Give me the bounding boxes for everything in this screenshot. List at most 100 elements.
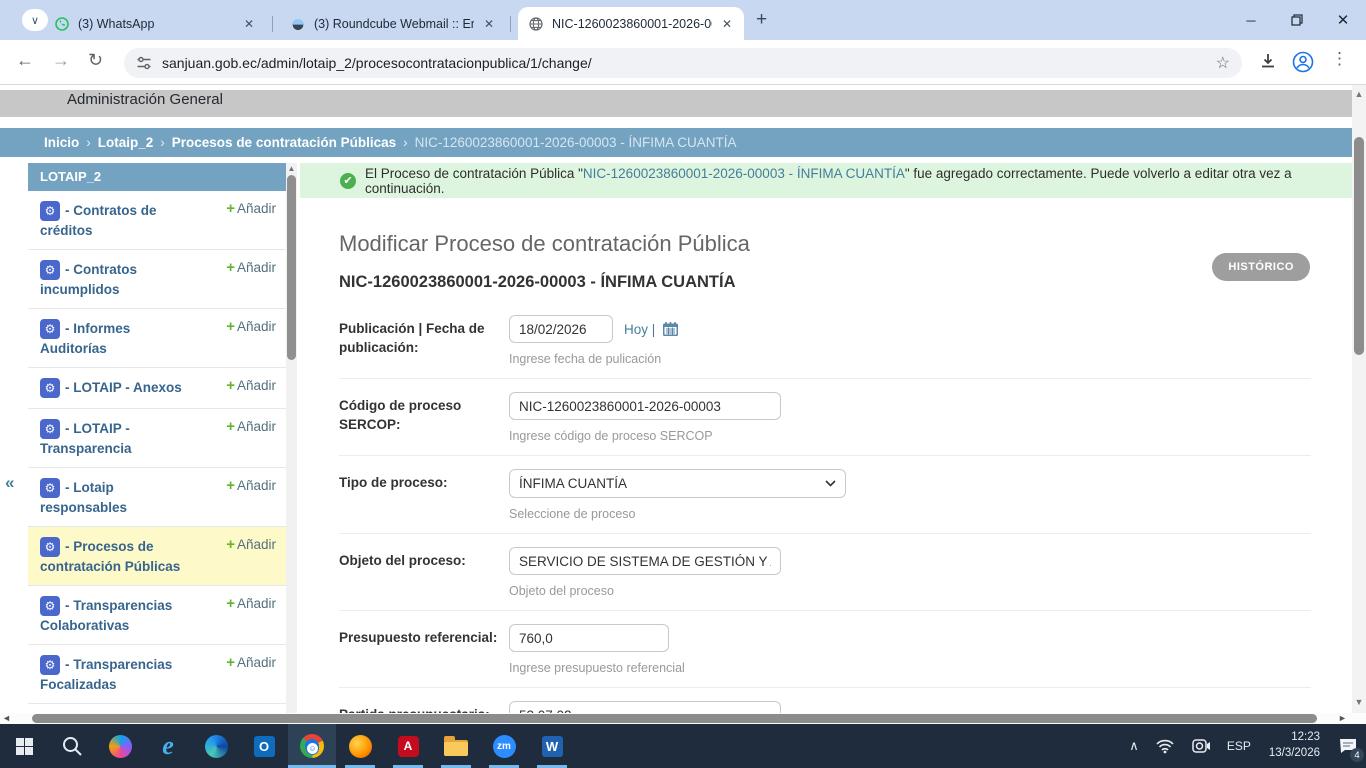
acrobat-button[interactable]: A: [384, 724, 432, 768]
fecha-publicacion-input[interactable]: [509, 315, 613, 343]
success-message: ✔ El Proceso de contratación Pública "NI…: [300, 163, 1352, 198]
download-icon[interactable]: [1258, 51, 1278, 76]
sidebar-item-contratos-incumplidos[interactable]: ⚙- Contratos incumplidos +Añadir: [28, 250, 286, 309]
tray-chevron-up-icon[interactable]: ∧: [1121, 724, 1147, 768]
sidebar-spacer: [28, 704, 286, 713]
close-window-button[interactable]: ✕: [1320, 0, 1366, 40]
add-button[interactable]: +Añadir: [226, 654, 276, 671]
scroll-up-icon[interactable]: ▲: [1352, 89, 1366, 99]
file-explorer-button[interactable]: [432, 724, 480, 768]
back-button[interactable]: ←: [16, 50, 34, 71]
page-horizontal-scrollbar[interactable]: ◄ ►: [0, 713, 1366, 724]
breadcrumb-app[interactable]: Lotaip_2: [98, 135, 154, 150]
site-settings-icon[interactable]: [136, 55, 152, 71]
add-button[interactable]: +Añadir: [226, 200, 276, 217]
form-row-objeto: Objeto del proceso: Objeto del proceso: [339, 534, 1311, 611]
objeto-proceso-input[interactable]: [509, 547, 781, 575]
notification-button[interactable]: 4: [1330, 724, 1366, 768]
close-tab-icon[interactable]: ✕: [242, 17, 256, 31]
search-button[interactable]: [48, 724, 96, 768]
scroll-down-icon[interactable]: ▼: [1352, 697, 1366, 707]
sidebar-item-label[interactable]: - LOTAIP - Anexos: [65, 380, 182, 395]
reload-button[interactable]: ↻: [88, 50, 103, 71]
tipo-proceso-select[interactable]: ÍNFIMA CUANTÍA: [509, 469, 846, 498]
edge-button[interactable]: [192, 724, 240, 768]
add-button[interactable]: +Añadir: [226, 477, 276, 494]
plus-icon: +: [226, 318, 235, 335]
breadcrumb-home[interactable]: Inicio: [44, 135, 79, 150]
tab-whatsapp[interactable]: (3) WhatsApp ✕: [44, 7, 266, 40]
partida-input[interactable]: [509, 701, 781, 713]
sidebar-scrollbar-thumb[interactable]: [287, 175, 296, 360]
minimize-button[interactable]: ─: [1228, 0, 1274, 40]
profile-icon[interactable]: [1292, 51, 1314, 78]
sidebar-item-contratos-creditos[interactable]: ⚙- Contratos de créditos +Añadir: [28, 191, 286, 250]
scroll-up-icon[interactable]: ▲: [286, 164, 297, 173]
sidebar-item-informes-auditorias[interactable]: ⚙- Informes Auditorías +Añadir: [28, 309, 286, 368]
sidebar-item-transparencias-focalizadas[interactable]: ⚙- Transparencias Focalizadas +Añadir: [28, 645, 286, 704]
tab-admin-active[interactable]: NIC-1260023860001-2026-000 ✕: [518, 7, 744, 40]
plus-icon: +: [226, 654, 235, 671]
today-link[interactable]: Hoy |: [624, 322, 655, 337]
sidebar-item-transparencias-colaborativas[interactable]: ⚙- Transparencias Colaborativas +Añadir: [28, 586, 286, 645]
scroll-right-icon[interactable]: ►: [1338, 713, 1347, 723]
chrome-button[interactable]: ☺: [288, 724, 336, 768]
close-tab-icon[interactable]: ✕: [482, 17, 496, 31]
bookmark-star-icon[interactable]: ☆: [1216, 53, 1230, 73]
firefox-button[interactable]: [336, 724, 384, 768]
outlook-button[interactable]: O: [240, 724, 288, 768]
add-button[interactable]: +Añadir: [226, 595, 276, 612]
presupuesto-input[interactable]: [509, 624, 669, 652]
clock[interactable]: 12:2313/3/2026: [1259, 724, 1330, 768]
sidebar-item-lotaip-transparencia[interactable]: ⚙- LOTAIP - Transparencia +Añadir: [28, 409, 286, 468]
breadcrumb-separator: ›: [403, 135, 408, 150]
meet-now-icon[interactable]: [1183, 724, 1219, 768]
tab-roundcube[interactable]: (3) Roundcube Webmail :: Entra ✕: [280, 7, 506, 40]
sidebar-item-lotaip-anexos[interactable]: ⚙- LOTAIP - Anexos +Añadir: [28, 368, 286, 409]
internet-explorer-button[interactable]: e: [144, 724, 192, 768]
plus-icon: +: [226, 200, 235, 217]
add-button[interactable]: +Añadir: [226, 536, 276, 553]
restore-button[interactable]: [1274, 0, 1320, 40]
gear-icon: ⚙: [40, 596, 60, 616]
new-tab-button[interactable]: +: [756, 9, 767, 31]
field-label: Tipo de proceso:: [339, 469, 509, 521]
add-button[interactable]: +Añadir: [226, 418, 276, 435]
wifi-icon[interactable]: [1147, 724, 1183, 768]
vertical-scrollbar-thumb[interactable]: [1354, 137, 1364, 355]
object-link[interactable]: NIC-1260023860001-2026-00003 - ÍNFIMA CU…: [583, 166, 905, 181]
zoom-button[interactable]: zm: [480, 724, 528, 768]
breadcrumb-separator: ›: [86, 135, 91, 150]
forward-button[interactable]: →: [52, 50, 70, 71]
sidebar-scrollbar[interactable]: ▲: [286, 163, 297, 713]
historic-button[interactable]: HISTÓRICO: [1212, 253, 1310, 281]
screen: ∨ (3) WhatsApp ✕ (3) Roundcube Webmail :…: [0, 0, 1366, 768]
copilot-button[interactable]: [96, 724, 144, 768]
url-text[interactable]: sanjuan.gob.ec/admin/lotaip_2/procesocon…: [162, 55, 1216, 71]
sidebar-item-lotaip-responsables[interactable]: ⚙- Lotaip responsables +Añadir: [28, 468, 286, 527]
plus-icon: +: [226, 536, 235, 553]
field-help: Ingrese presupuesto referencial: [509, 661, 1311, 675]
horizontal-scrollbar-thumb[interactable]: [32, 714, 1317, 723]
menu-dots-icon[interactable]: ⋮: [1331, 49, 1348, 69]
codigo-sercop-input[interactable]: [509, 392, 781, 420]
roundcube-icon: [290, 16, 306, 32]
add-button[interactable]: +Añadir: [226, 318, 276, 335]
address-bar[interactable]: sanjuan.gob.ec/admin/lotaip_2/procesocon…: [124, 48, 1242, 78]
add-button[interactable]: +Añadir: [226, 377, 276, 394]
breadcrumb-model[interactable]: Procesos de contratación Públicas: [172, 135, 396, 150]
page-vertical-scrollbar[interactable]: ▲ ▼: [1352, 85, 1366, 713]
sidebar-item-label[interactable]: - Procesos de contratación Públicas: [40, 539, 180, 574]
word-button[interactable]: W: [528, 724, 576, 768]
field-label: Publicación | Fecha de publicación:: [339, 315, 509, 366]
gear-icon: ⚙: [40, 655, 60, 675]
calendar-icon[interactable]: [662, 321, 679, 337]
windows-icon: [16, 738, 33, 755]
close-tab-icon[interactable]: ✕: [720, 17, 734, 31]
start-button[interactable]: [0, 724, 48, 768]
scroll-left-icon[interactable]: ◄: [2, 713, 11, 723]
add-button[interactable]: +Añadir: [226, 259, 276, 276]
language-indicator[interactable]: ESP: [1219, 724, 1259, 768]
sidebar-item-procesos-contratacion[interactable]: ⚙- Procesos de contratación Públicas +Añ…: [28, 527, 286, 586]
sidebar-collapse-icon[interactable]: «: [5, 473, 14, 493]
